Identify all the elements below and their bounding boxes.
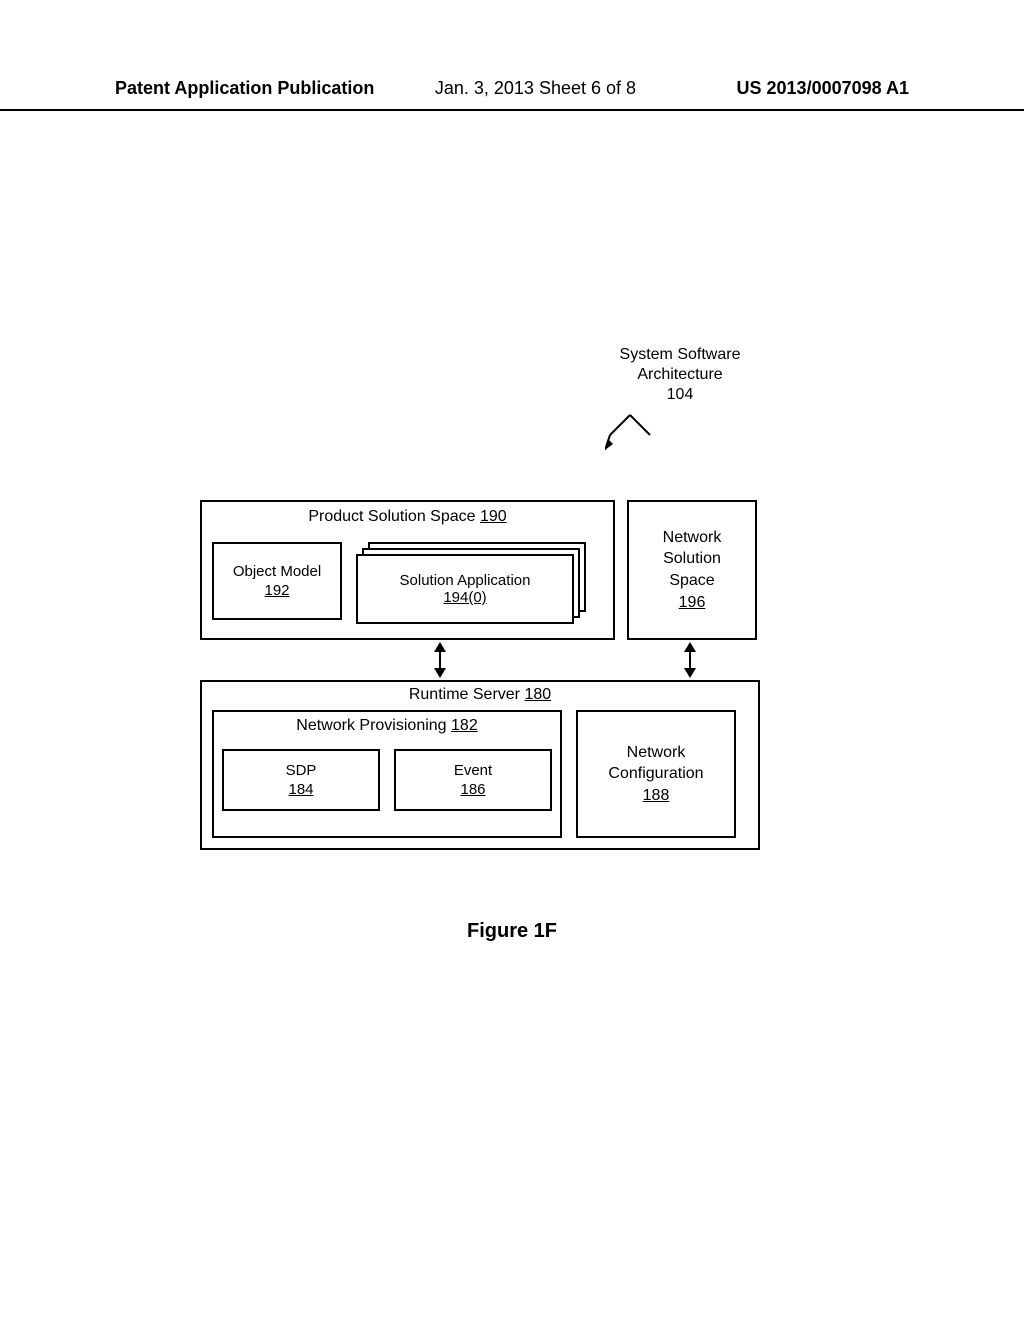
sys-label-line1: System Software: [620, 346, 741, 363]
sys-label-line2: Architecture: [637, 366, 722, 383]
network-solution-space-box: Network Solution Space 196: [627, 500, 757, 640]
solution-app-num: 194(0): [443, 589, 486, 606]
net-conf-num: 188: [643, 787, 670, 804]
header-center: Jan. 3, 2013 Sheet 6 of 8: [435, 78, 636, 99]
lead-arrow-icon: [605, 410, 655, 450]
runtime-title-num: 180: [524, 686, 551, 703]
np-title: Network Provisioning 182: [222, 717, 552, 735]
system-software-label: System Software Architecture 104: [600, 345, 760, 405]
header-right: US 2013/0007098 A1: [737, 78, 909, 99]
nss-line3: Space: [669, 572, 714, 589]
pss-title-num: 190: [480, 508, 507, 525]
network-configuration-box: Network Configuration 188: [576, 710, 736, 838]
net-conf-line2: Configuration: [608, 765, 703, 782]
double-arrow-icon: [430, 642, 450, 678]
nss-num: 196: [679, 594, 706, 611]
nss-line1: Network: [663, 529, 722, 546]
runtime-title: Runtime Server 180: [212, 686, 748, 704]
np-title-num: 182: [451, 717, 478, 734]
figure-caption: Figure 1F: [0, 920, 1024, 943]
solution-application-box: Solution Application 194(0): [356, 554, 574, 624]
object-model-label: Object Model: [233, 562, 321, 582]
nss-line2: Solution: [663, 550, 721, 567]
product-solution-space-box: Product Solution Space 190 Object Model …: [200, 500, 615, 640]
object-model-num: 192: [264, 581, 289, 601]
pss-title: Product Solution Space 190: [212, 508, 603, 526]
page-header: Patent Application Publication Jan. 3, 2…: [0, 78, 1024, 111]
runtime-server-box: Runtime Server 180 Network Provisioning …: [200, 680, 760, 850]
np-title-text: Network Provisioning: [296, 717, 446, 734]
event-num: 186: [460, 780, 485, 800]
sys-label-line3: 104: [667, 386, 694, 403]
object-model-box: Object Model 192: [212, 542, 342, 620]
solution-application-stack: Solution Application 194(0): [356, 542, 586, 624]
network-provisioning-box: Network Provisioning 182 SDP 184 Event 1…: [212, 710, 562, 838]
double-arrow-icon: [680, 642, 700, 678]
net-conf-line1: Network: [627, 744, 686, 761]
pss-title-text: Product Solution Space: [308, 508, 475, 525]
runtime-title-text: Runtime Server: [409, 686, 520, 703]
sdp-box: SDP 184: [222, 749, 380, 811]
sdp-label: SDP: [286, 761, 317, 781]
solution-app-label: Solution Application: [400, 572, 531, 589]
sdp-num: 184: [288, 780, 313, 800]
event-label: Event: [454, 761, 492, 781]
header-left: Patent Application Publication: [115, 78, 374, 99]
event-box: Event 186: [394, 749, 552, 811]
